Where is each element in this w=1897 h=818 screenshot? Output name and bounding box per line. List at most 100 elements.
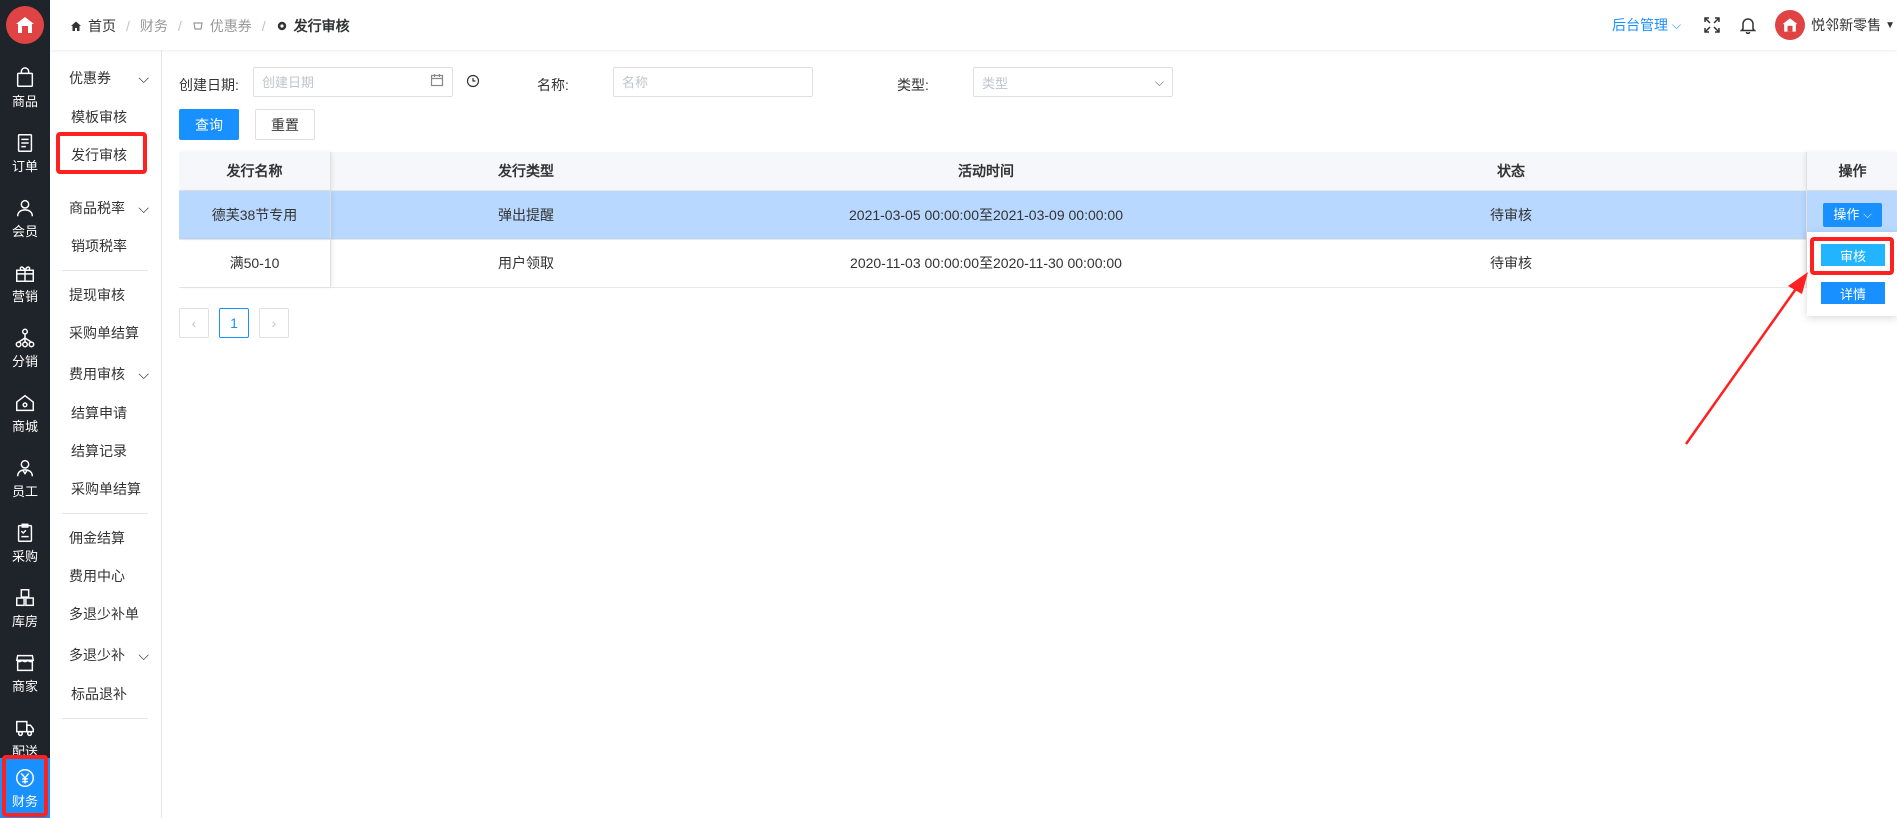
submenu-group-refund[interactable]: 多退少补 ⌵ bbox=[69, 645, 149, 665]
submenu-item-settle-apply[interactable]: 结算申请 bbox=[71, 403, 127, 423]
chevron-down-icon: ⌵ bbox=[1154, 74, 1164, 89]
cell-status: 待审核 bbox=[1490, 207, 1532, 223]
rail-item-distribution[interactable]: 分销 bbox=[0, 318, 50, 378]
breadcrumb-home[interactable]: 首页 bbox=[70, 16, 116, 36]
breadcrumb-separator: / bbox=[126, 18, 130, 34]
rail-item-purchase[interactable]: 采购 bbox=[0, 513, 50, 573]
delivery-icon bbox=[16, 720, 34, 736]
order-icon bbox=[17, 133, 33, 152]
fullscreen-icon[interactable] bbox=[1703, 16, 1721, 34]
date-label: 创建日期: bbox=[179, 77, 239, 93]
cell-type: 弹出提醒 bbox=[498, 207, 554, 223]
breadcrumb-current-label: 发行审核 bbox=[293, 18, 350, 34]
rail-item-warehouse[interactable]: 库房 bbox=[0, 578, 50, 638]
rail-item-members[interactable]: 会员 bbox=[0, 188, 50, 248]
query-button[interactable]: 查询 bbox=[179, 109, 239, 140]
rail-item-goods[interactable]: 商品 bbox=[0, 58, 50, 118]
breadcrumb-finance[interactable]: 财务 bbox=[140, 16, 168, 36]
submenu-group-label: 费用审核 bbox=[69, 366, 125, 382]
type-select[interactable]: 类型 ⌵ bbox=[973, 67, 1173, 97]
logo-icon[interactable] bbox=[6, 6, 44, 44]
submenu-group-coupon[interactable]: 优惠券 ⌵ bbox=[69, 68, 149, 88]
cell-time: 2021-03-05 00:00:00至2021-03-09 00:00:00 bbox=[849, 207, 1123, 223]
date-range-input[interactable] bbox=[253, 67, 453, 97]
name-input[interactable] bbox=[613, 67, 813, 97]
cell-time: 2020-11-03 00:00:00至2020-11-30 00:00:00 bbox=[850, 255, 1122, 271]
bag-icon bbox=[16, 66, 34, 87]
operation-label: 操作 bbox=[1833, 207, 1860, 222]
gear-icon bbox=[277, 21, 286, 31]
operation-dropdown-button[interactable]: 操作 ⌵ bbox=[1823, 203, 1882, 227]
column-header-actions: 操作 bbox=[1806, 152, 1897, 190]
admin-menu-dropdown[interactable]: 后台管理 ⌵ bbox=[1612, 15, 1681, 35]
chevron-down-icon: ⌵ bbox=[138, 199, 149, 216]
bell-icon[interactable] bbox=[1739, 16, 1757, 34]
submenu-item-template-review[interactable]: 模板审核 bbox=[71, 107, 127, 127]
rail-label: 商城 bbox=[11, 418, 38, 434]
rail-label: 员工 bbox=[11, 483, 38, 499]
breadcrumb-coupon-label: 优惠券 bbox=[209, 18, 252, 34]
submenu-group-label: 优惠券 bbox=[69, 70, 111, 86]
warehouse-icon bbox=[16, 588, 34, 606]
clipboard-icon bbox=[17, 523, 33, 542]
cell-type: 用户领取 bbox=[498, 255, 554, 271]
clock-icon[interactable] bbox=[466, 74, 480, 91]
page-number-button[interactable]: 1 bbox=[219, 308, 249, 338]
submenu-item-refund-topup[interactable]: 多退少补单 bbox=[69, 604, 139, 624]
breadcrumb-home-label: 首页 bbox=[88, 18, 116, 34]
breadcrumb-separator: / bbox=[261, 18, 266, 34]
submenu-item-withdraw-review[interactable]: 提现审核 bbox=[69, 285, 125, 305]
highlight-box-finance bbox=[2, 755, 48, 817]
chevron-down-icon: ⌵ bbox=[138, 365, 149, 382]
rail-label: 分销 bbox=[11, 353, 38, 369]
rail-item-orders[interactable]: 订单 bbox=[0, 123, 50, 183]
submenu-item-purchase-settle[interactable]: 采购单结算 bbox=[69, 323, 139, 343]
rail-label: 商家 bbox=[11, 678, 38, 694]
column-header-type: 发行类型 bbox=[498, 163, 554, 179]
rail-label: 采购 bbox=[11, 548, 38, 564]
breadcrumb-coupon[interactable]: 优惠券 bbox=[192, 16, 252, 36]
calendar-icon[interactable] bbox=[430, 73, 444, 90]
cell-name: 满50-10 bbox=[179, 239, 331, 287]
icon-rail: 商品 订单 会员 营销 分销 商城 员工 采购 库房 商家 配送 财务 bbox=[0, 0, 50, 818]
submenu-group-expense-review[interactable]: 费用审核 ⌵ bbox=[69, 364, 149, 384]
detail-menu-item[interactable]: 详情 bbox=[1821, 282, 1885, 304]
network-icon bbox=[15, 328, 35, 347]
prev-page-button[interactable]: ‹ bbox=[179, 308, 209, 338]
breadcrumb-separator: / bbox=[177, 18, 182, 34]
table-row[interactable]: 满50-10 用户领取 2020-11-03 00:00:00至2020-11-… bbox=[179, 239, 1897, 288]
rail-label: 商品 bbox=[11, 93, 38, 109]
submenu-divider bbox=[62, 270, 148, 271]
table-row[interactable]: 德芙38节专用 弹出提醒 2021-03-05 00:00:00至2021-03… bbox=[179, 191, 1897, 240]
rail-label: 库房 bbox=[11, 613, 38, 629]
home-icon bbox=[71, 21, 81, 31]
type-select-placeholder: 类型 bbox=[982, 75, 1009, 91]
submenu-item-std-refund[interactable]: 标品退补 bbox=[71, 684, 127, 704]
avatar[interactable] bbox=[1775, 10, 1806, 40]
header-right: 后台管理 ⌵ 悦邻新零售 ▼ bbox=[1612, 0, 1897, 50]
submenu-item-expense-center[interactable]: 费用中心 bbox=[69, 566, 125, 586]
annotation-arrow-icon bbox=[1684, 272, 1808, 445]
home-icon bbox=[16, 394, 34, 411]
rail-item-merchant[interactable]: 商家 bbox=[0, 643, 50, 703]
coupon-icon bbox=[193, 22, 203, 30]
rail-label: 会员 bbox=[11, 223, 38, 239]
rail-item-marketing[interactable]: 营销 bbox=[0, 253, 50, 313]
submenu-group-tax[interactable]: 商品税率 ⌵ bbox=[69, 198, 149, 218]
submenu-item-settle-record[interactable]: 结算记录 bbox=[71, 441, 127, 461]
chevron-down-icon: ⌵ bbox=[1863, 209, 1872, 221]
next-page-button[interactable]: › bbox=[259, 308, 289, 338]
column-header-name: 发行名称 bbox=[179, 152, 331, 190]
reset-button[interactable]: 重置 bbox=[255, 109, 315, 140]
rail-label: 营销 bbox=[11, 288, 38, 304]
user-name[interactable]: 悦邻新零售 bbox=[1811, 15, 1881, 35]
caret-down-icon[interactable]: ▼ bbox=[1885, 20, 1895, 31]
store-icon bbox=[15, 654, 35, 671]
submenu-item-item-tax[interactable]: 销项税率 bbox=[71, 236, 127, 256]
rail-item-mall[interactable]: 商城 bbox=[0, 383, 50, 443]
finance-submenu: 优惠券 ⌵ 模板审核 发行审核 商品税率 ⌵ 销项税率 提现审核 采购单结算 费… bbox=[50, 0, 162, 818]
submenu-item-purchase-settle-2[interactable]: 采购单结算 bbox=[71, 479, 141, 499]
submenu-item-commission[interactable]: 佣金结算 bbox=[69, 528, 125, 548]
rail-item-staff[interactable]: 员工 bbox=[0, 448, 50, 508]
name-label: 名称: bbox=[537, 77, 569, 93]
